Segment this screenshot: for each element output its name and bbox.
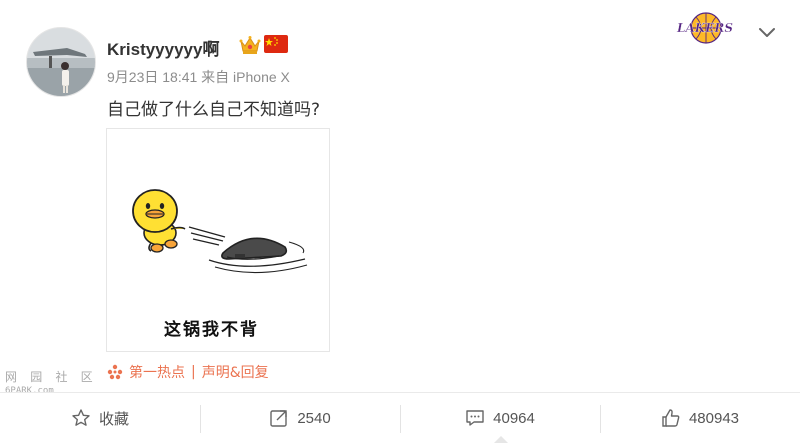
post-source[interactable]: 第一热点 | 声明&回复 bbox=[107, 362, 269, 382]
source-separator: | bbox=[191, 364, 196, 380]
hotspot-icon bbox=[107, 364, 123, 380]
source-action[interactable]: 声明&回复 bbox=[202, 362, 269, 382]
star-icon bbox=[72, 409, 90, 426]
comment-count: 40964 bbox=[493, 409, 535, 427]
like-count: 480943 bbox=[688, 409, 740, 427]
comment-icon bbox=[466, 410, 484, 426]
favorite-label: 收藏 bbox=[98, 410, 129, 428]
post-meta[interactable]: 9月23日 18:41 来自 iPhone X bbox=[107, 67, 290, 87]
chevron-down-icon[interactable] bbox=[758, 24, 776, 46]
repost-icon bbox=[270, 410, 288, 427]
image-caption: 这锅我不背 bbox=[164, 320, 259, 340]
post-image[interactable]: 这锅我不背 bbox=[106, 128, 330, 352]
action-bar: 收藏 2540 40964 480943 bbox=[0, 393, 800, 443]
favorite-button[interactable]: 收藏 bbox=[0, 393, 200, 443]
comment-pointer bbox=[494, 436, 508, 443]
username[interactable]: Kristyyyyyy啊 bbox=[107, 35, 219, 60]
like-button[interactable]: 480943 bbox=[600, 393, 800, 443]
lakers-logo: LAKERS bbox=[676, 10, 734, 50]
source-label[interactable]: 第一热点 bbox=[129, 362, 185, 382]
china-flag-icon bbox=[264, 35, 288, 59]
post-text: 自己做了什么自己不知道吗? bbox=[107, 100, 321, 120]
avatar[interactable] bbox=[26, 27, 96, 97]
repost-count: 2540 bbox=[297, 409, 331, 427]
crown-icon[interactable] bbox=[238, 34, 262, 60]
watermark-glyphs: 网 园 社 区 bbox=[5, 370, 96, 384]
like-icon bbox=[662, 409, 680, 427]
repost-button[interactable]: 2540 bbox=[200, 393, 400, 443]
avatar-photo bbox=[27, 28, 95, 96]
svg-text:LAKERS: LAKERS bbox=[676, 21, 733, 35]
